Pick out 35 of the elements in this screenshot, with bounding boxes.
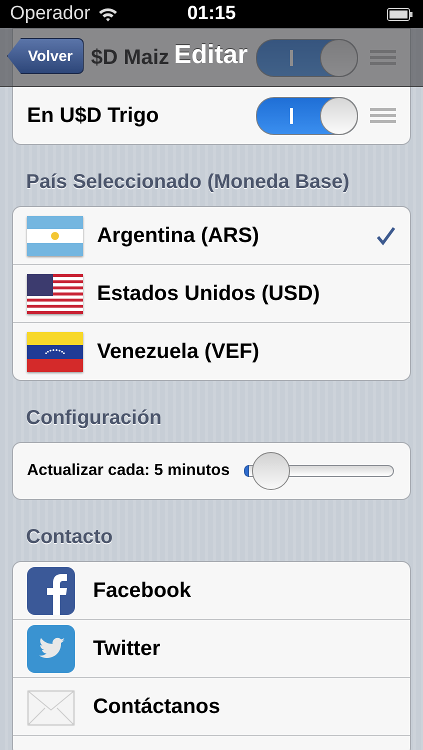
clock-time: 01:15 — [187, 3, 236, 25]
checkmark-icon — [376, 226, 396, 246]
country-name: Estados Unidos (USD) — [97, 282, 320, 306]
section-header: Configuración — [25, 406, 163, 431]
country-row[interactable]: Estados Unidos (USD) — [13, 264, 410, 322]
contact-label: Facebook — [93, 578, 192, 602]
reorder-icon[interactable] — [370, 106, 396, 124]
bird-icon — [27, 624, 75, 672]
contact-row[interactable]: Contáctanos — [13, 677, 410, 735]
contact-label: Contáctanos — [93, 694, 220, 718]
country-name: Venezuela (VEF) — [97, 340, 260, 364]
nav-title: Editar — [174, 39, 248, 70]
country-name: Argentina (ARS) — [97, 224, 260, 248]
contact-row[interactable]: Facebook — [13, 562, 410, 619]
contact-label: Twitter — [93, 636, 160, 660]
section-header: Contacto — [25, 525, 114, 550]
section-header: País Seleccionado (Moneda Base) — [25, 170, 350, 195]
setting-label: $D Maiz — [91, 46, 170, 70]
flag-icon — [27, 274, 83, 314]
slider-thumb[interactable] — [252, 452, 290, 490]
slider-label: Actualizar cada: 5 minutos — [27, 462, 230, 480]
letter-f-icon — [27, 566, 75, 614]
setting-label: En U$D Trigo — [27, 104, 159, 128]
flag-icon — [27, 332, 83, 372]
wifi-icon — [98, 6, 118, 22]
toggle-switch[interactable] — [256, 96, 358, 134]
flag-icon — [27, 216, 83, 256]
carrier-name: Operador — [10, 3, 90, 25]
country-row[interactable]: Venezuela (VEF) — [13, 322, 410, 380]
country-row[interactable]: Argentina (ARS) — [13, 207, 410, 264]
contact-row[interactable]: Twitter — [13, 619, 410, 677]
battery-icon — [387, 8, 413, 20]
back-button[interactable]: Volver — [7, 38, 84, 74]
toggle-switch[interactable] — [256, 38, 358, 76]
slider[interactable] — [244, 452, 394, 490]
